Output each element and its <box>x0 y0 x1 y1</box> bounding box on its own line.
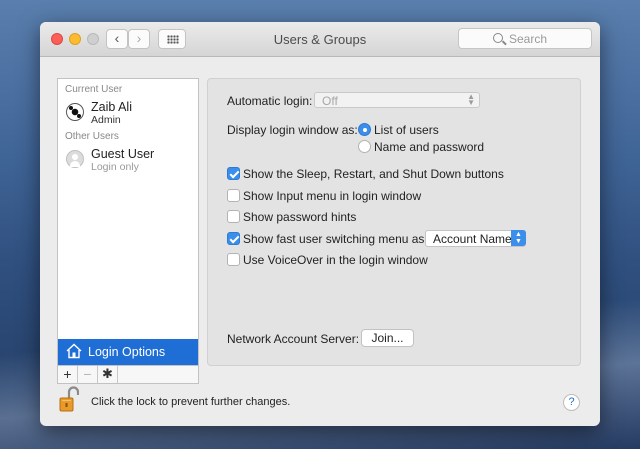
checkbox-sleep-restart-shutdown-label: Show the Sleep, Restart, and Shut Down b… <box>243 167 504 181</box>
user-row-guest[interactable]: Guest User Login only <box>58 145 198 177</box>
user-role: Login only <box>91 161 139 173</box>
fast-switch-value: Account Name <box>433 232 512 246</box>
radio-list-of-users[interactable] <box>358 123 371 136</box>
user-row-zaib-ali[interactable]: Zaib Ali Admin <box>58 98 198 130</box>
help-button[interactable]: ? <box>563 394 580 411</box>
join-button[interactable]: Join... <box>361 329 414 347</box>
user-name: Guest User <box>91 147 155 161</box>
checkbox-input-menu[interactable] <box>227 189 240 202</box>
search-field[interactable]: Search <box>458 28 592 49</box>
users-sidebar: Current User Zaib Ali Admin Other Users … <box>57 78 199 366</box>
remove-user-button[interactable]: − <box>78 366 98 383</box>
login-options-panel: Automatic login: Off ▲ ▼ Display login wi… <box>207 78 581 366</box>
users-groups-window: ‹ › Users & Groups Search Current User Z… <box>40 22 600 426</box>
chevron-updown-icon: ▲ ▼ <box>511 230 526 246</box>
lock-message: Click the lock to prevent further change… <box>91 396 291 408</box>
user-name: Zaib Ali <box>91 100 132 114</box>
current-user-header: Current User <box>65 84 123 95</box>
lock-open-icon[interactable] <box>59 386 79 412</box>
title-bar: ‹ › Users & Groups Search <box>40 22 600 57</box>
house-icon <box>66 343 82 359</box>
checkbox-voiceover[interactable] <box>227 253 240 266</box>
checkbox-fast-user-switching-label: Show fast user switching menu as <box>243 232 425 246</box>
login-options-item[interactable]: Login Options <box>58 339 198 365</box>
checkbox-fast-user-switching[interactable] <box>227 232 240 245</box>
gear-icon[interactable]: ✱ <box>98 366 118 383</box>
display-login-label: Display login window as: <box>227 123 358 137</box>
search-icon <box>493 33 503 43</box>
automatic-login-popup[interactable]: Off ▲ ▼ <box>314 92 480 108</box>
search-placeholder: Search <box>509 32 548 46</box>
automatic-login-value: Off <box>322 94 338 108</box>
checkbox-voiceover-label: Use VoiceOver in the login window <box>243 253 428 267</box>
network-account-server-label: Network Account Server: <box>227 332 360 346</box>
sidebar-toolbar: + − ✱ <box>57 366 199 384</box>
fast-switch-popup[interactable]: Account Name ▲ ▼ <box>425 230 526 247</box>
user-role: Admin <box>91 114 121 126</box>
add-user-button[interactable]: + <box>58 366 78 383</box>
checkbox-password-hints[interactable] <box>227 210 240 223</box>
login-options-label: Login Options <box>88 345 166 359</box>
checkbox-password-hints-label: Show password hints <box>243 210 357 224</box>
radio-name-and-password-label: Name and password <box>374 140 485 154</box>
avatar <box>66 103 84 121</box>
other-users-header: Other Users <box>65 131 119 142</box>
radio-list-of-users-label: List of users <box>374 123 439 137</box>
automatic-login-label: Automatic login: <box>227 94 313 108</box>
chevron-updown-icon: ▲ ▼ <box>467 92 475 107</box>
radio-name-and-password[interactable] <box>358 140 371 153</box>
avatar <box>66 150 84 168</box>
checkbox-input-menu-label: Show Input menu in login window <box>243 189 422 203</box>
checkbox-sleep-restart-shutdown[interactable] <box>227 167 240 180</box>
